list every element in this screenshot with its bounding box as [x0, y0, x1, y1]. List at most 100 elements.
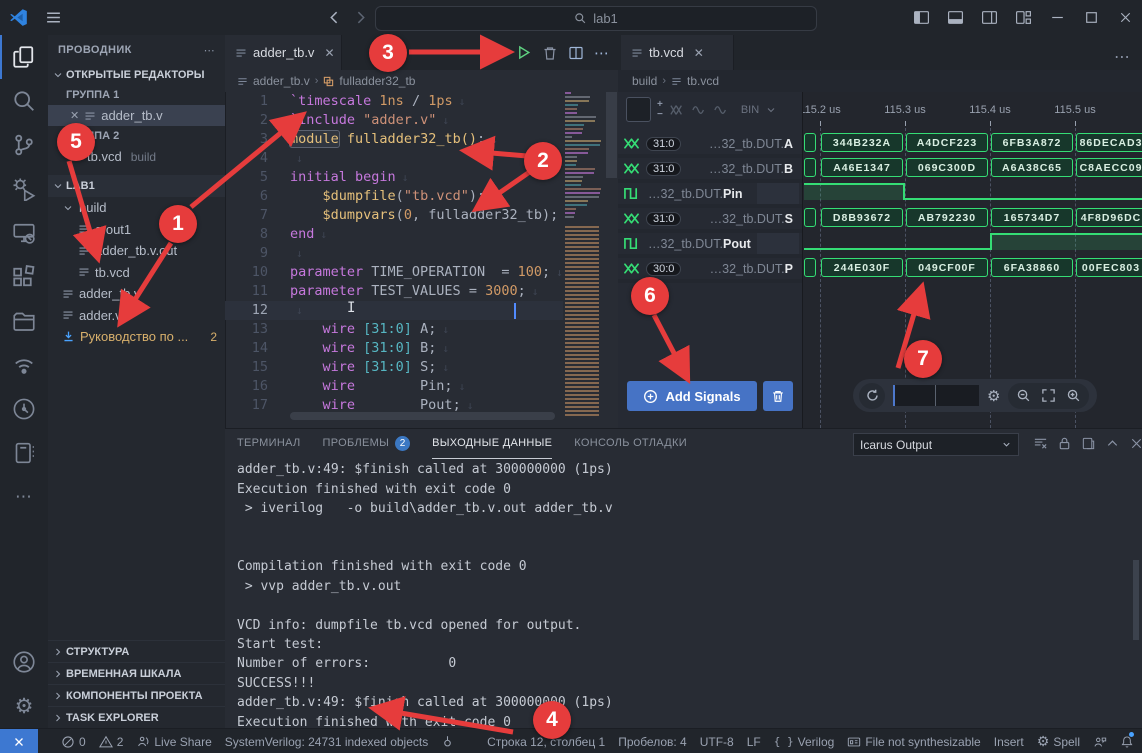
waveform-canvas[interactable]: 115.2 us115.3 us115.4 us115.5 us344B232A… [803, 92, 1142, 428]
minimap[interactable] [563, 92, 605, 420]
section-task-explorer[interactable]: TASK EXPLORER [48, 706, 225, 728]
signal-row-b[interactable]: 31:0…32_tb.DUT.B [618, 158, 802, 183]
breadcrumb[interactable]: adder_tb.v › fulladder32_tb [225, 70, 630, 92]
close-icon[interactable]: ✕ [324, 46, 334, 60]
minimize-icon[interactable] [1040, 0, 1074, 35]
maximize-icon[interactable] [1074, 0, 1108, 35]
activity-files-icon[interactable] [0, 35, 48, 79]
activity-source-control-icon[interactable] [0, 123, 48, 167]
vertical-scrollbar[interactable] [606, 92, 617, 178]
trash-icon[interactable] [542, 45, 558, 61]
status-utf-8[interactable]: UTF-8 [700, 735, 734, 749]
horizontal-scrollbar[interactable] [290, 412, 555, 420]
breadcrumb-file[interactable]: tb.vcd [687, 74, 719, 88]
panel-tab-консоль-отладки[interactable]: КОНСОЛЬ ОТЛАДКИ [574, 429, 687, 458]
open-editors-header[interactable]: ОТКРЫТЫЕ РЕДАКТОРЫ [48, 65, 225, 85]
section-структура[interactable]: СТРУКТУРА [48, 640, 225, 662]
close-icon[interactable]: ✕ [694, 46, 704, 60]
close-icon[interactable] [1108, 0, 1142, 35]
signal-row-pout[interactable]: …32_tb.DUT.Pout [618, 233, 802, 258]
code-line[interactable]: 8end [225, 225, 563, 244]
section-временная-шкала[interactable]: ВРЕМЕННАЯ ШКАЛА [48, 662, 225, 684]
time-input[interactable] [893, 385, 979, 406]
analog-wave-icon[interactable] [713, 103, 729, 117]
zoom-in-icon[interactable] [1066, 388, 1081, 403]
signal-row-s[interactable]: 31:0…32_tb.DUT.S [618, 208, 802, 233]
status-0[interactable]: 0 [61, 735, 86, 749]
bus-wave-icon[interactable] [669, 103, 685, 117]
more-icon[interactable]: ⋯ [1114, 47, 1130, 67]
status-plug-icon[interactable] [441, 735, 454, 748]
plus-button[interactable]: + [657, 100, 663, 110]
output-console[interactable]: SUCCESS!!!adder_tb.v:49: $finish called … [225, 446, 1142, 728]
activity-extensions-icon[interactable] [0, 255, 48, 299]
code-line[interactable]: 2`include "adder.v" [225, 111, 563, 130]
panel-scrollbar[interactable] [1133, 560, 1139, 640]
fit-screen-icon[interactable] [1041, 388, 1056, 403]
minus-button[interactable]: − [657, 110, 663, 120]
tree-item-tb-vcd[interactable]: tb.vcd [48, 262, 225, 284]
code-line[interactable]: 6 $dumpfile("tb.vcd"); [225, 187, 563, 206]
open-in-editor-icon[interactable] [1081, 436, 1096, 451]
status-live[interactable]: Live Share [136, 735, 211, 749]
chevron-down-icon[interactable] [765, 104, 777, 116]
panel-tab-выходные-данные[interactable]: ВЫХОДНЫЕ ДАННЫЕ [432, 429, 552, 459]
status-systemverilog[interactable]: SystemVerilog: 24731 indexed objects [225, 735, 428, 749]
workspace-header[interactable]: LAB1 [48, 175, 225, 197]
menu-icon[interactable] [45, 9, 62, 26]
signal-row-a[interactable]: 31:0…32_tb.DUT.A [618, 133, 802, 158]
status-file[interactable]: File not synthesizable [847, 735, 980, 749]
search-input[interactable]: lab1 [375, 6, 817, 31]
code-line[interactable]: 12 [225, 301, 563, 320]
output-channel-select[interactable]: Icarus Output [853, 433, 1019, 456]
zoom-out-icon[interactable] [1016, 388, 1031, 403]
split-editor-icon[interactable] [568, 45, 584, 61]
activity-project-folder-icon[interactable] [0, 299, 48, 343]
remote-indicator[interactable] [0, 729, 38, 753]
code-line[interactable]: 5initial begin [225, 168, 563, 187]
code-line[interactable]: 7 $dumpvars(0, fulladder32_tb); [225, 206, 563, 225]
activity-run-debug-icon[interactable] [0, 167, 48, 211]
forward-arrow[interactable] [352, 9, 369, 26]
breadcrumb-file[interactable]: adder_tb.v [253, 74, 310, 88]
lock-icon[interactable] [1057, 436, 1072, 451]
activity-platformio-icon[interactable] [0, 387, 48, 431]
status-insert[interactable]: Insert [994, 735, 1024, 749]
code-line[interactable]: 14 wire [31:0] B; [225, 339, 563, 358]
activity-account-icon[interactable] [0, 640, 48, 684]
color-box[interactable] [626, 97, 651, 122]
code-editor[interactable]: 1`timescale 1ns / 1ps2`include "adder.v"… [225, 92, 563, 420]
tree-item-build[interactable]: build [48, 197, 225, 219]
code-line[interactable]: 15 wire [31:0] S; [225, 358, 563, 377]
code-line[interactable]: 3module fulladder32_tb(); [225, 130, 563, 149]
tree-item-adder-tb-v-out[interactable]: adder_tb.v.out [48, 240, 225, 262]
code-line[interactable]: 11parameter TEST_VALUES = 3000; [225, 282, 563, 301]
code-line[interactable]: 16 wire Pin; [225, 377, 563, 396]
activity-more-icon[interactable]: ⋯ [0, 475, 48, 519]
code-line[interactable]: 10parameter TIME_OPERATION = 100; [225, 263, 563, 282]
activity-notebook-icon[interactable] [0, 431, 48, 475]
tree-item-a-out1[interactable]: a.out1 [48, 219, 225, 241]
clear-output-icon[interactable] [1033, 436, 1048, 451]
status-lf[interactable]: LF [747, 735, 761, 749]
back-arrow[interactable] [326, 9, 343, 26]
code-line[interactable]: 4 [225, 149, 563, 168]
activity-settings-icon[interactable]: ⚙ [0, 684, 48, 728]
tab-tb-vcd[interactable]: tb.vcd ✕ [621, 35, 734, 70]
gear-icon[interactable]: ⚙ [987, 387, 1000, 405]
more-icon[interactable]: ⋯ [204, 44, 215, 57]
breadcrumb-folder[interactable]: build [632, 74, 657, 88]
format-select[interactable]: BIN [741, 104, 759, 116]
layout-panel-icon[interactable] [938, 0, 972, 35]
activity-remote-explorer-icon[interactable] [0, 211, 48, 255]
status-bell-icon[interactable] [1120, 735, 1134, 749]
layout-right-icon[interactable] [972, 0, 1006, 35]
close-icon[interactable]: ✕ [70, 109, 79, 122]
chevron-up-icon[interactable] [1105, 436, 1120, 451]
status-feedback-icon[interactable] [1093, 735, 1107, 749]
add-signals-button[interactable]: Add Signals [627, 381, 757, 411]
layout-sidebar-icon[interactable] [904, 0, 938, 35]
code-line[interactable]: 9 [225, 244, 563, 263]
status-пробелов[interactable]: Пробелов: 4 [618, 735, 687, 749]
analog-wave-icon[interactable] [691, 103, 707, 117]
